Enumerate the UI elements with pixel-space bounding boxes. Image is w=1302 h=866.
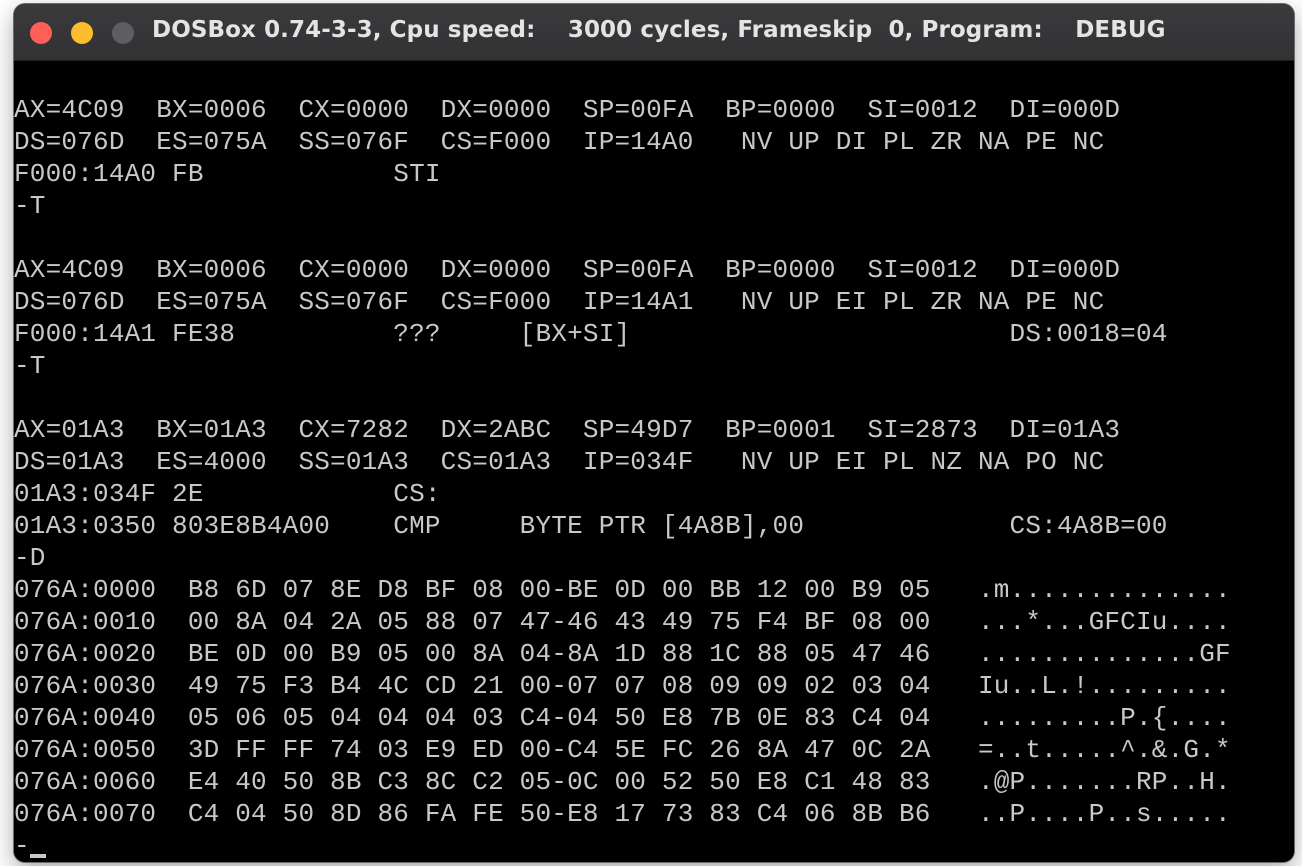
window-title: DOSBox 0.74-3-3, Cpu speed: 3000 cycles,… [152, 17, 1166, 43]
console-line: -T [14, 191, 46, 221]
console-line: 076A:0060 E4 40 50 8B C3 8C C2 05-0C 00 … [14, 767, 1231, 797]
console-line: 076A:0070 C4 04 50 8D 86 FA FE 50-E8 17 … [14, 799, 1231, 829]
console-line: AX=01A3 BX=01A3 CX=7282 DX=2ABC SP=49D7 … [14, 415, 1121, 445]
console-line: 076A:0000 B8 6D 07 8E D8 BF 08 00-BE 0D … [14, 575, 1231, 605]
debug-console-output: AX=4C09 BX=0006 CX=0000 DX=0000 SP=00FA … [14, 94, 1231, 862]
console-line: DS=076D ES=075A SS=076F CS=F000 IP=14A0 … [14, 127, 1105, 157]
console-line: 076A:0040 05 06 05 04 04 04 03 C4-04 50 … [14, 703, 1231, 733]
console-line: 076A:0020 BE 0D 00 B9 05 00 8A 04-8A 1D … [14, 639, 1231, 669]
console-line: 01A3:034F 2E CS: [14, 479, 441, 509]
console-line: DS=076D ES=075A SS=076F CS=F000 IP=14A1 … [14, 287, 1105, 317]
dos-console-screen[interactable]: AX=4C09 BX=0006 CX=0000 DX=0000 SP=00FA … [14, 61, 1294, 862]
console-line: 076A:0030 49 75 F3 B4 4C CD 21 00-07 07 … [14, 671, 1231, 701]
console-line: 01A3:0350 803E8B4A00 CMP BYTE PTR [4A8B]… [14, 511, 1168, 541]
console-line: 076A:0050 3D FF FF 74 03 E9 ED 00-C4 5E … [14, 735, 1231, 765]
zoom-window-button[interactable] [112, 22, 134, 44]
console-line: AX=4C09 BX=0006 CX=0000 DX=0000 SP=00FA … [14, 95, 1121, 125]
console-line: 076A:0010 00 8A 04 2A 05 88 07 47-46 43 … [14, 607, 1231, 637]
console-line: AX=4C09 BX=0006 CX=0000 DX=0000 SP=00FA … [14, 255, 1121, 285]
text-cursor [30, 854, 46, 858]
command-prompt-line[interactable]: - [14, 830, 1231, 862]
console-line: DS=01A3 ES=4000 SS=01A3 CS=01A3 IP=034F … [14, 447, 1105, 477]
console-line: F000:14A0 FB STI [14, 159, 441, 189]
title-bar[interactable]: DOSBox 0.74-3-3, Cpu speed: 3000 cycles,… [14, 4, 1294, 61]
console-line: F000:14A1 FE38 ??? [BX+SI] DS:0018=04 [14, 319, 1168, 349]
console-line: -T [14, 351, 46, 381]
console-line: -D [14, 543, 46, 573]
close-window-button[interactable] [30, 22, 52, 44]
dosbox-window: DOSBox 0.74-3-3, Cpu speed: 3000 cycles,… [14, 4, 1294, 862]
minimize-window-button[interactable] [71, 22, 93, 44]
